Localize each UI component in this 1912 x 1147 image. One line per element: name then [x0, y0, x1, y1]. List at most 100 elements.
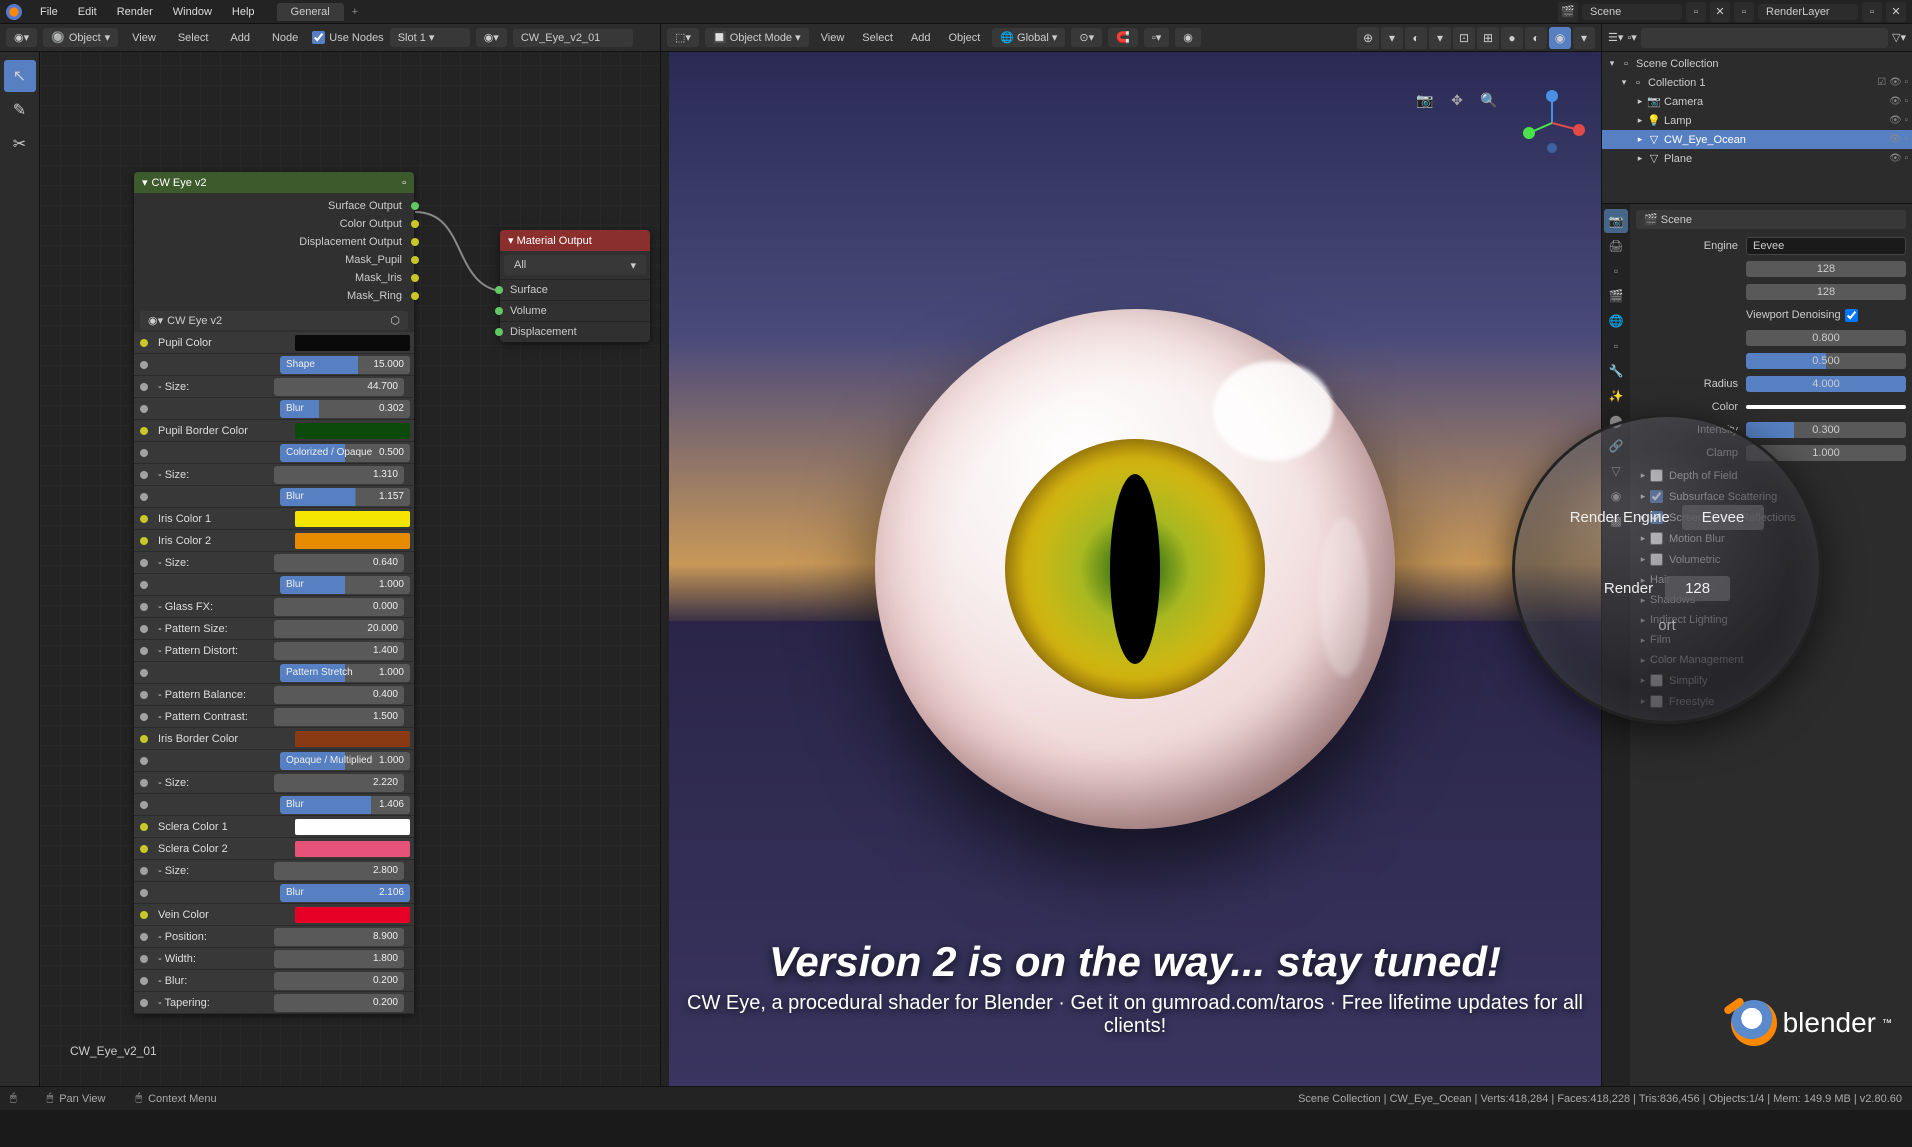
menu-help[interactable]: Help	[222, 6, 265, 18]
menu-edit[interactable]: Edit	[68, 6, 107, 18]
renderlayer-field[interactable]: RenderLayer	[1758, 4, 1858, 20]
output-displacement[interactable]: Displacement Output	[134, 233, 414, 251]
outliner-scene-collection[interactable]: ▾▫Scene Collection	[1602, 54, 1912, 73]
render-engine-dropdown[interactable]: Eevee	[1746, 237, 1906, 255]
shading-solid-icon[interactable]: ●	[1501, 27, 1523, 49]
prop-row-10[interactable]: - Size:0.640	[134, 552, 414, 574]
prop-row-28[interactable]: - Width:1.800	[134, 948, 414, 970]
pivot-dropdown[interactable]: ⊙▾	[1071, 28, 1102, 47]
section-color-management[interactable]: ▸Color Management	[1636, 650, 1906, 670]
color-swatch[interactable]	[295, 907, 410, 923]
shading-options-icon[interactable]: ▾	[1573, 27, 1595, 49]
render-setting-3[interactable]: Color	[1636, 396, 1906, 418]
prop-row-14[interactable]: - Pattern Distort:1.400	[134, 640, 414, 662]
scene-browse-icon[interactable]: 🎬	[1558, 2, 1578, 22]
color-swatch[interactable]	[295, 841, 410, 857]
tab-modifier-icon[interactable]: 🔧	[1604, 359, 1628, 383]
prop-row-11[interactable]: Blur1.000	[134, 574, 414, 596]
prop-row-18[interactable]: Iris Border Color	[134, 728, 414, 750]
prop-row-1[interactable]: Shape15.000	[134, 354, 414, 376]
navigation-gizmo[interactable]	[1517, 88, 1587, 158]
tab-particle-icon[interactable]: ✨	[1604, 384, 1628, 408]
number-field[interactable]: 0.640	[274, 554, 404, 572]
slider-field[interactable]: Blur1.000	[280, 576, 410, 594]
section-simplify[interactable]: ▸Simplify	[1636, 670, 1906, 691]
slider-field[interactable]: Blur1.406	[280, 796, 410, 814]
layer-browse-icon[interactable]: ▫	[1734, 2, 1754, 22]
color-swatch[interactable]	[295, 335, 410, 351]
prop-row-22[interactable]: Sclera Color 1	[134, 816, 414, 838]
output-surface[interactable]: Surface Output	[134, 197, 414, 215]
number-field[interactable]: 8.900	[274, 928, 404, 946]
select-tool-icon[interactable]: ↖	[4, 60, 36, 92]
number-field[interactable]: 0.200	[274, 972, 404, 990]
tab-material-icon[interactable]: ◉	[1604, 484, 1628, 508]
slider-field[interactable]: Shape15.000	[280, 356, 410, 374]
color-swatch[interactable]	[295, 533, 410, 549]
number-field[interactable]: 1.400	[274, 642, 404, 660]
scene-delete-icon[interactable]: ✕	[1710, 2, 1730, 22]
node-menu-view[interactable]: View	[124, 32, 164, 44]
output-mask-iris[interactable]: Mask_Iris	[134, 269, 414, 287]
viewport-mode-dropdown[interactable]: 🔲 Object Mode ▾	[705, 28, 809, 47]
shading-lookdev-icon[interactable]: ◐	[1525, 27, 1547, 49]
outliner-type-dropdown[interactable]: ☰▾	[1608, 31, 1623, 44]
prop-row-24[interactable]: - Size:2.800	[134, 860, 414, 882]
number-field[interactable]: 2.220	[274, 774, 404, 792]
outliner-filter-icon[interactable]: ▽▾	[1892, 31, 1906, 44]
use-nodes-checkbox[interactable]: Use Nodes	[312, 31, 383, 44]
render-setting-0[interactable]: 0.800	[1636, 327, 1906, 349]
render-setting-4[interactable]: Intensity0.300	[1636, 419, 1906, 441]
input-displacement[interactable]: Displacement	[500, 321, 650, 342]
vp-menu-object[interactable]: Object	[942, 32, 986, 44]
section-subsurface-scattering[interactable]: ▸Subsurface Scattering	[1636, 486, 1906, 507]
tab-texture-icon[interactable]: ▩	[1604, 509, 1628, 533]
outliner-item-camera[interactable]: ▸📷Camera👁 ▫	[1602, 92, 1912, 111]
viewport-denoise-checkbox[interactable]: Viewport Denoising	[1746, 309, 1858, 322]
color-swatch[interactable]	[295, 423, 410, 439]
number-field[interactable]: 0.000	[274, 598, 404, 616]
camera-view-icon[interactable]: 📷	[1413, 88, 1437, 112]
prop-row-23[interactable]: Sclera Color 2	[134, 838, 414, 860]
prop-row-0[interactable]: Pupil Color	[134, 332, 414, 354]
slider-field[interactable]: Blur2.106	[280, 884, 410, 902]
cut-tool-icon[interactable]: ✂	[4, 128, 36, 160]
node-group-datablock[interactable]: ◉▾ CW Eye v2 ⬡	[140, 311, 408, 330]
prop-row-29[interactable]: - Blur:0.200	[134, 970, 414, 992]
shading-wireframe-icon[interactable]: ⊞	[1477, 27, 1499, 49]
prop-row-20[interactable]: - Size:2.220	[134, 772, 414, 794]
menu-file[interactable]: File	[30, 6, 68, 18]
editor-type-dropdown[interactable]: ◉▾	[6, 28, 37, 47]
prop-row-6[interactable]: - Size:1.310	[134, 464, 414, 486]
tab-physics-icon[interactable]: ⬤	[1604, 409, 1628, 433]
tab-object-icon[interactable]: ▫	[1604, 334, 1628, 358]
outliner-search[interactable]	[1641, 28, 1888, 48]
prop-row-30[interactable]: - Tapering:0.200	[134, 992, 414, 1014]
number-field[interactable]: 44.700	[274, 378, 404, 396]
prop-row-17[interactable]: - Pattern Contrast:1.500	[134, 706, 414, 728]
overlay-options-icon[interactable]: ▾	[1429, 27, 1451, 49]
transform-orientation-dropdown[interactable]: 🌐 Global ▾	[992, 28, 1065, 47]
section-depth-of-field[interactable]: ▸Depth of Field	[1636, 465, 1906, 486]
xray-toggle-icon[interactable]: ⊡	[1453, 27, 1475, 49]
scene-new-icon[interactable]: ▫	[1686, 2, 1706, 22]
slider-field[interactable]: Blur1.157	[280, 488, 410, 506]
material-slot-dropdown[interactable]: Slot 1 ▾	[390, 28, 470, 47]
prop-row-4[interactable]: Pupil Border Color	[134, 420, 414, 442]
number-field[interactable]: 1.800	[274, 950, 404, 968]
outliner-collection-1[interactable]: ▾▫Collection 1☑ 👁 ▫	[1602, 73, 1912, 92]
vp-menu-select[interactable]: Select	[856, 32, 899, 44]
color-swatch[interactable]	[295, 819, 410, 835]
node-material-output[interactable]: ▾ Material Output All ▾ Surface Volume D…	[500, 230, 650, 342]
slider-field[interactable]: Pattern Stretch1.000	[280, 664, 410, 682]
outliner-item-lamp[interactable]: ▸💡Lamp👁 ▫	[1602, 111, 1912, 130]
node-menu-node[interactable]: Node	[264, 32, 306, 44]
number-field[interactable]: 0.400	[274, 686, 404, 704]
prop-row-8[interactable]: Iris Color 1	[134, 508, 414, 530]
node-group-header[interactable]: ▾CW Eye v2▫	[134, 172, 414, 193]
shading-rendered-icon[interactable]: ◉	[1549, 27, 1571, 49]
material-output-header[interactable]: ▾ Material Output	[500, 230, 650, 251]
material-name-field[interactable]: CW_Eye_v2_01	[513, 29, 633, 47]
tab-viewlayer-icon[interactable]: ▫	[1604, 259, 1628, 283]
output-color[interactable]: Color Output	[134, 215, 414, 233]
